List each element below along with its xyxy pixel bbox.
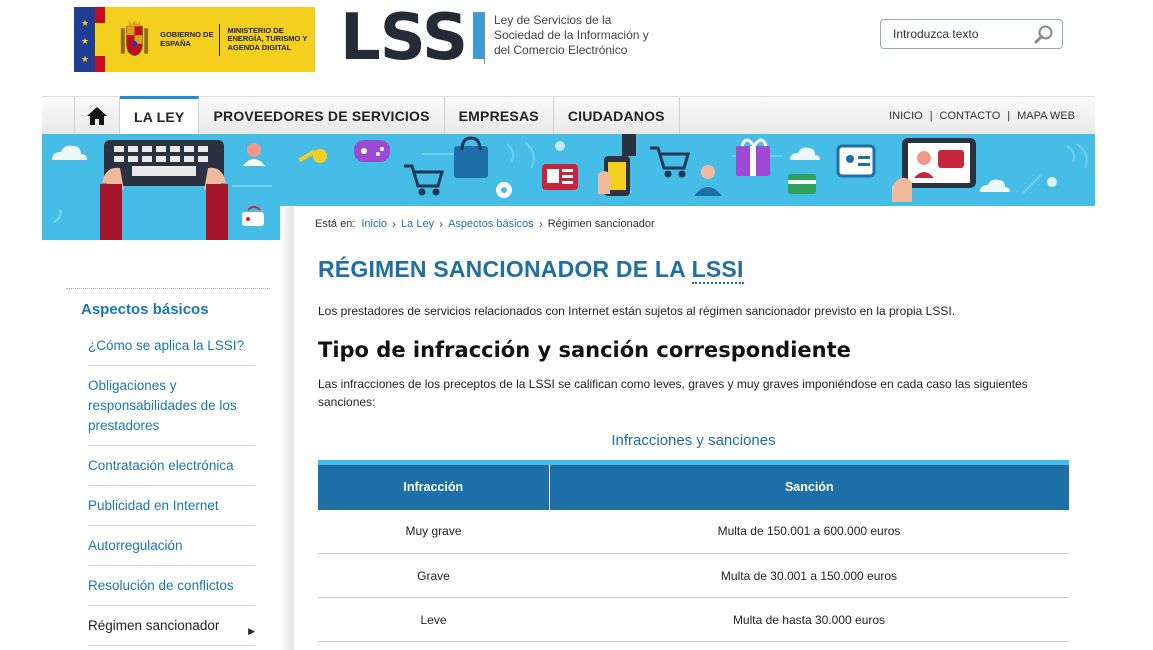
newspaper-icon — [542, 164, 578, 190]
table-row: Grave Multa de 30.001 a 150.000 euros — [318, 553, 1069, 598]
sidebar: Aspectos básicos ¿Cómo se aplica la LSSI… — [66, 288, 270, 646]
shopping-cart-icon — [650, 146, 690, 178]
banner-illustration-lower — [53, 206, 264, 240]
link-inicio[interactable]: INICIO — [889, 110, 923, 122]
sidebar-shadow — [280, 206, 294, 650]
table-caption: Infracciones y sanciones — [611, 432, 776, 449]
laptop-illustration — [100, 140, 228, 206]
sidebar-item-como-se-aplica[interactable]: ¿Cómo se aplica la LSSI? — [88, 326, 255, 366]
breadcrumb-inicio[interactable]: Inicio — [361, 218, 387, 230]
nav-la-ley[interactable]: LA LEY — [120, 96, 200, 134]
user-icon — [243, 143, 265, 166]
sanctions-table: Infracción Sanción Muy grave Multa de 15… — [318, 460, 1069, 642]
shopping-cart-icon — [404, 164, 444, 196]
sidebar-item-autorregulacion[interactable]: Autorregulación — [88, 526, 255, 566]
breadcrumb-prefix: Está en: — [315, 218, 356, 230]
cloud-icon — [980, 179, 1010, 192]
spain-flag-icon — [95, 7, 106, 72]
utility-separator: | — [929, 110, 933, 122]
sidebar-item-regimen[interactable]: Régimen sancionador ▶ — [88, 606, 255, 646]
home-icon — [87, 107, 107, 125]
nav-ciudadanos[interactable]: CIUDADANOS — [554, 97, 680, 135]
cell-infraccion: Grave — [318, 553, 549, 598]
breadcrumb-current: Régimen sancionador — [547, 218, 655, 230]
lssi-logo-blue: I — [467, 1, 491, 75]
sidebar-item-resolucion[interactable]: Resolución de conflictos — [88, 566, 255, 606]
cloud-icon — [52, 145, 87, 160]
credit-card-icon — [788, 174, 816, 194]
lssi-logo-dark: LSS — [340, 1, 468, 75]
page-title: RÉGIMEN SANCIONADOR DE LA LSSI — [318, 256, 744, 284]
gov-text: Gobierno de España — [160, 29, 214, 48]
cell-sancion: Multa de 150.001 a 600.000 euros — [549, 509, 1069, 554]
tablet-chat-icon — [892, 138, 976, 202]
link-mapa-web[interactable]: MAPA WEB — [1017, 110, 1075, 122]
chevron-right-icon: › — [538, 217, 543, 231]
caret-right-icon: ▶ — [248, 626, 255, 636]
site-header: ★ ★ ★ Gobierno de España Ministerio de E… — [0, 0, 1153, 96]
cell-sancion: Multa de hasta 30.000 euros — [549, 597, 1069, 642]
eu-flag-icon: ★ ★ ★ — [74, 7, 96, 72]
sidebar-item-obligaciones[interactable]: Obligaciones y responsabilidades de los … — [88, 366, 255, 446]
breadcrumb-la-ley[interactable]: La Ley — [401, 218, 434, 230]
cloud-icon — [790, 147, 820, 160]
shopping-bag-icon — [454, 136, 488, 178]
search-input[interactable] — [881, 20, 1021, 48]
small-gear-icon — [555, 141, 565, 151]
main-nav: LA LEY PROVEEDORES DE SERVICIOS EMPRESAS… — [42, 96, 1095, 135]
sidebar-item-publicidad[interactable]: Publicidad en Internet — [88, 486, 255, 526]
key-icon — [298, 149, 327, 163]
chevron-right-icon: › — [439, 217, 444, 231]
nav-home[interactable] — [74, 97, 120, 135]
gamepad-icon — [354, 140, 390, 162]
banner-illustration — [52, 134, 1088, 206]
sidebar-item-contratacion[interactable]: Contratación electrónica — [88, 446, 255, 486]
sidebar-item-label: Régimen sancionador — [88, 618, 220, 633]
table-row: Leve Multa de hasta 30.000 euros — [318, 597, 1069, 642]
breadcrumb: Está en: Inicio › La Ley › Aspectos bási… — [315, 217, 655, 231]
router-icon — [242, 206, 264, 226]
ministry-text: Ministerio de Energía, Turismo y Agenda … — [227, 25, 308, 52]
table-row: Muy grave Multa de 150.001 a 600.000 eur… — [318, 509, 1069, 554]
site-subtitle: Ley de Servicios de la Sociedad de la In… — [494, 13, 649, 57]
hero-banner-lower — [42, 206, 294, 240]
sidebar-title[interactable]: Aspectos básicos — [66, 289, 270, 326]
smartphone-icon — [598, 134, 636, 196]
page-title-text: RÉGIMEN SANCIONADOR DE LA — [318, 256, 692, 282]
utility-separator: | — [1007, 110, 1011, 122]
search-box — [880, 19, 1063, 49]
cell-infraccion: Muy grave — [318, 509, 549, 554]
intro-paragraph: Los prestadores de servicios relacionado… — [318, 304, 956, 318]
hero-banner — [42, 134, 1095, 206]
gov-separator — [218, 23, 220, 56]
nav-empresas[interactable]: EMPRESAS — [445, 97, 554, 135]
logo-separator — [484, 12, 485, 64]
link-contacto[interactable]: CONTACTO — [940, 110, 1001, 122]
cell-infraccion: Leve — [318, 597, 549, 642]
lssi-logo[interactable]: LSSI — [340, 6, 491, 70]
utility-links: INICIO | CONTACTO | MAPA WEB — [889, 110, 1075, 122]
section-paragraph: Las infracciones de los preceptos de la … — [318, 377, 1028, 409]
breadcrumb-aspectos[interactable]: Aspectos básicos — [448, 218, 534, 230]
lssi-abbreviation[interactable]: LSSI — [691, 256, 744, 284]
search-icon[interactable] — [1034, 24, 1054, 44]
header-sancion: Sanción — [549, 460, 1069, 510]
section-heading: Tipo de infracción y sanción correspondi… — [318, 338, 851, 362]
header-infraccion: Infracción — [318, 460, 550, 510]
id-card-icon — [836, 144, 876, 178]
chevron-right-icon: › — [392, 217, 397, 231]
table-header-row: Infracción Sanción — [318, 460, 1069, 510]
coat-of-arms-icon — [120, 20, 149, 56]
nav-proveedores[interactable]: PROVEEDORES DE SERVICIOS — [199, 97, 445, 135]
gift-icon — [736, 138, 770, 176]
cell-sancion: Multa de 30.001 a 150.000 euros — [549, 553, 1069, 598]
gear-icon — [496, 182, 512, 198]
businessman-icon — [694, 165, 722, 196]
government-logo[interactable]: ★ ★ ★ Gobierno de España Ministerio de E… — [74, 7, 315, 72]
